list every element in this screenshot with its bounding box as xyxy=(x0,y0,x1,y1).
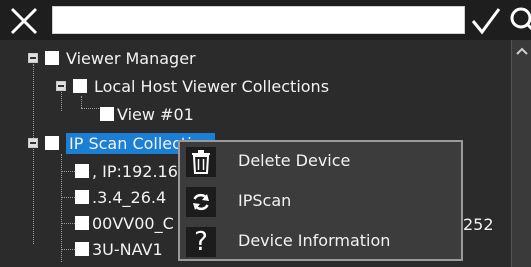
close-button[interactable] xyxy=(2,5,46,37)
tree-checkbox[interactable] xyxy=(75,190,89,204)
tree-connector xyxy=(61,171,75,172)
tree-item-label: Local Host Viewer Collections xyxy=(94,76,330,96)
tree-item-label: 3U-NAV1 xyxy=(92,239,163,259)
tree-item-label-suffix: 252 xyxy=(463,215,494,234)
search-button[interactable] xyxy=(506,4,531,38)
tree-item-label: View #01 xyxy=(117,104,194,124)
tree-item-label: .3.4_26.4 xyxy=(92,187,167,207)
menu-item-delete-device[interactable]: Delete Device xyxy=(180,142,461,182)
refresh-icon xyxy=(186,187,216,217)
tree-checkbox[interactable] xyxy=(100,107,114,121)
tree-item-label: , IP:192.16 xyxy=(92,161,178,181)
tree-item-label: 00VV00_C xyxy=(92,213,174,233)
question-icon: ? xyxy=(186,227,216,257)
collapse-icon[interactable] xyxy=(28,138,38,148)
chevron-up-icon xyxy=(516,47,528,55)
menu-item-ipscan[interactable]: IPScan xyxy=(180,182,461,222)
confirm-button[interactable] xyxy=(468,4,504,38)
search-icon xyxy=(510,7,531,31)
tree-item-device[interactable]: 00VV00_C xyxy=(75,211,174,235)
checkmark-icon xyxy=(471,8,501,35)
tree-checkbox[interactable] xyxy=(75,216,89,230)
search-input[interactable] xyxy=(52,6,465,34)
tree-checkbox[interactable] xyxy=(73,79,87,93)
menu-item-label: Delete Device xyxy=(238,151,351,170)
tree-connector xyxy=(61,223,75,224)
tree-checkbox[interactable] xyxy=(45,51,59,65)
vertical-scrollbar[interactable] xyxy=(511,40,531,267)
tree-item-viewer-manager[interactable]: Viewer Manager xyxy=(28,46,196,70)
menu-item-device-information[interactable]: ? Device Information xyxy=(180,222,461,262)
trash-icon xyxy=(186,147,216,177)
tree-connector xyxy=(61,249,75,250)
tree-item-view-01[interactable]: View #01 xyxy=(100,102,194,126)
tree-connector xyxy=(61,197,75,198)
tree-item-device[interactable]: , IP:192.16 xyxy=(75,159,178,183)
scroll-up-button[interactable] xyxy=(512,42,531,60)
tree-connector xyxy=(81,108,99,109)
tree-item-local-host-viewer-collections[interactable]: Local Host Viewer Collections xyxy=(56,74,329,98)
collapse-icon[interactable] xyxy=(28,53,38,63)
tree-checkbox[interactable] xyxy=(75,164,89,178)
tree-checkbox[interactable] xyxy=(45,136,59,150)
tree-item-label: Viewer Manager xyxy=(66,48,196,68)
close-x-icon xyxy=(10,7,38,35)
tree-item-device[interactable]: 3U-NAV1 xyxy=(75,237,163,261)
context-menu: Delete Device IPScan ? Device Informatio… xyxy=(178,140,463,261)
tree-checkbox[interactable] xyxy=(75,242,89,256)
toolbar xyxy=(0,0,531,40)
menu-item-label: IPScan xyxy=(238,191,292,210)
menu-item-label: Device Information xyxy=(238,231,391,250)
collapse-icon[interactable] xyxy=(56,81,66,91)
tree-item-device[interactable]: .3.4_26.4 xyxy=(75,185,166,209)
